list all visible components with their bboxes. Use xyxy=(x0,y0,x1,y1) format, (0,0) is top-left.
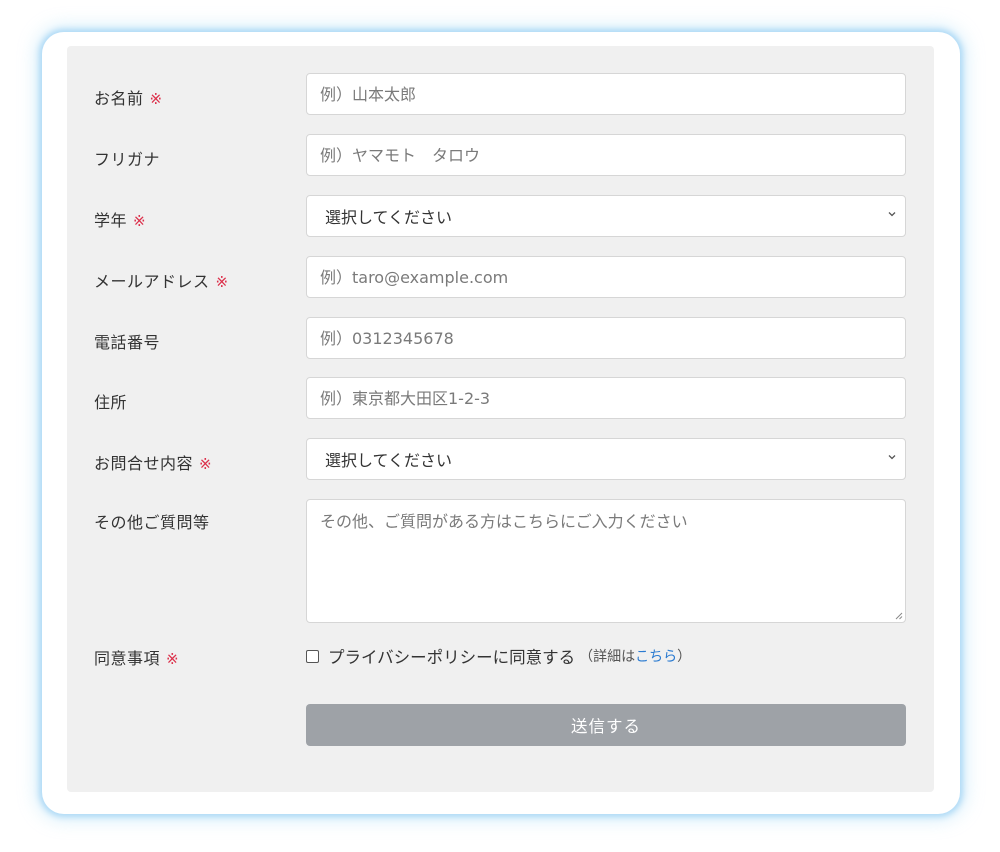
inquiry-type-label-text: お問合せ内容 xyxy=(94,454,194,473)
phone-input[interactable] xyxy=(306,317,906,359)
required-mark: ※ xyxy=(199,455,213,473)
phone-label-text: 電話番号 xyxy=(94,333,161,352)
phone-label: 電話番号 xyxy=(94,329,160,353)
detail-open-text: （詳細は xyxy=(579,649,636,665)
contact-form: お名前 ※ フリガナ 学年 ※ 選択してください メールアドレス ※ 電話番号 xyxy=(67,46,934,792)
email-label-text: メールアドレス xyxy=(94,272,210,291)
email-input[interactable] xyxy=(306,256,906,298)
furigana-input[interactable] xyxy=(306,134,906,176)
resize-grip-icon[interactable] xyxy=(894,611,903,620)
inquiry-type-select-value: 選択してください xyxy=(325,451,453,470)
chevron-down-icon xyxy=(888,212,896,217)
grade-select[interactable]: 選択してください xyxy=(306,195,906,237)
other-questions-label-text: その他ご質問等 xyxy=(94,513,210,532)
other-questions-textarea[interactable] xyxy=(306,499,906,623)
privacy-detail-note: （詳細はこちら） xyxy=(579,646,691,666)
detail-close-text: ） xyxy=(677,649,692,665)
privacy-policy-link[interactable]: こちら xyxy=(635,649,677,665)
furigana-label-text: フリガナ xyxy=(94,150,161,169)
form-card: お名前 ※ フリガナ 学年 ※ 選択してください メールアドレス ※ 電話番号 xyxy=(42,32,960,814)
consent-label: 同意事項 ※ xyxy=(94,645,179,669)
email-label: メールアドレス ※ xyxy=(94,268,229,292)
inquiry-type-label: お問合せ内容 ※ xyxy=(94,450,212,474)
name-label-text: お名前 xyxy=(94,89,144,108)
privacy-consent-text[interactable]: プライバシーポリシーに同意する xyxy=(328,644,575,668)
required-mark: ※ xyxy=(133,212,147,230)
name-input[interactable] xyxy=(306,73,906,115)
required-mark: ※ xyxy=(149,90,163,108)
form-row-consent: 同意事項 ※ プライバシーポリシーに同意する （詳細はこちら） xyxy=(67,644,934,668)
required-mark: ※ xyxy=(215,273,229,291)
address-label: 住所 xyxy=(94,389,127,413)
consent-label-text: 同意事項 xyxy=(94,649,161,668)
grade-select-value: 選択してください xyxy=(325,208,453,227)
furigana-label: フリガナ xyxy=(94,146,160,170)
grade-label: 学年 ※ xyxy=(94,207,146,231)
grade-label-text: 学年 xyxy=(94,211,128,230)
address-input[interactable] xyxy=(306,377,906,419)
name-label: お名前 ※ xyxy=(94,85,163,109)
privacy-consent[interactable]: プライバシーポリシーに同意する （詳細はこちら） xyxy=(306,644,691,668)
chevron-down-icon xyxy=(888,455,896,460)
privacy-consent-checkbox[interactable] xyxy=(306,649,319,663)
other-questions-label: その他ご質問等 xyxy=(94,509,210,533)
submit-button[interactable]: 送信する xyxy=(306,704,906,746)
required-mark: ※ xyxy=(166,650,180,668)
inquiry-type-select[interactable]: 選択してください xyxy=(306,438,906,480)
address-label-text: 住所 xyxy=(94,393,128,412)
